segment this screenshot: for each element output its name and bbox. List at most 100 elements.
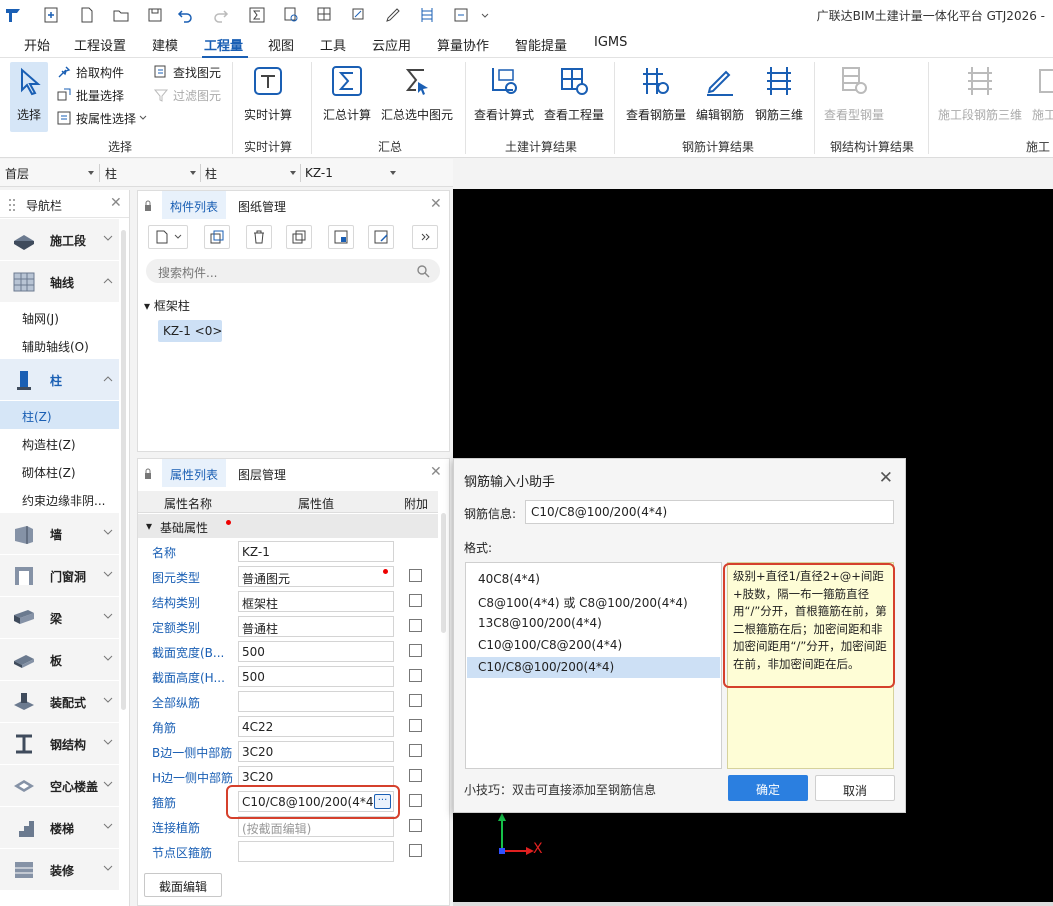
- extra-checkbox[interactable]: [409, 719, 422, 732]
- property-value-field[interactable]: 普通柱: [238, 616, 394, 637]
- nav-cat-decoration[interactable]: 装修: [0, 849, 119, 891]
- nav-item-aux-axis[interactable]: 辅助轴线(O): [0, 331, 119, 359]
- view-steel-button[interactable]: 查看型钢量: [820, 62, 888, 123]
- pick-component-button[interactable]: 拾取构件: [56, 62, 124, 82]
- menu-modeling[interactable]: 建模: [152, 35, 178, 54]
- property-value-field[interactable]: KZ-1: [238, 541, 394, 562]
- format-list-item[interactable]: C10/C8@100/200(4*4): [467, 657, 720, 678]
- nav-scrollbar[interactable]: [121, 230, 126, 710]
- view-formula-icon[interactable]: [282, 6, 300, 24]
- tab-component-list[interactable]: 构件列表: [162, 191, 226, 219]
- delete-component-button[interactable]: [246, 225, 272, 249]
- format-list[interactable]: 40C8(4*4) C8@100(4*4) 或 C8@100/200(4*4) 13…: [465, 562, 722, 769]
- property-value-field[interactable]: 500: [238, 666, 394, 687]
- format-list-item[interactable]: C10@100/C8@200(4*4): [467, 635, 720, 656]
- menu-project-settings[interactable]: 工程设置: [74, 35, 126, 54]
- view-quantity-button[interactable]: 查看工程量: [542, 62, 606, 123]
- drag-handle-icon[interactable]: [8, 198, 16, 212]
- cancel-button[interactable]: 取消: [815, 775, 895, 801]
- menu-tools[interactable]: 工具: [320, 35, 346, 54]
- property-value-field[interactable]: [238, 691, 394, 712]
- lock-icon[interactable]: [144, 467, 152, 481]
- lock-icon[interactable]: [144, 199, 152, 213]
- more-button[interactable]: [412, 225, 438, 249]
- sum-calc-button[interactable]: 汇总计算: [320, 62, 374, 123]
- menu-cloud[interactable]: 云应用: [372, 35, 411, 54]
- section-edit-button[interactable]: 截面编辑: [144, 873, 222, 897]
- tab-layer-management[interactable]: 图层管理: [238, 459, 286, 487]
- floor-select[interactable]: 首层: [0, 162, 98, 184]
- extra-checkbox[interactable]: [409, 669, 422, 682]
- save-component-button[interactable]: [328, 225, 354, 249]
- extra-checkbox[interactable]: [409, 594, 422, 607]
- section-basic-properties[interactable]: ▾ 基础属性: [138, 514, 438, 538]
- property-value-field[interactable]: 框架柱: [238, 591, 394, 612]
- section-collapse-icon[interactable]: ▾: [146, 519, 152, 533]
- open-folder-icon[interactable]: [112, 6, 130, 24]
- menu-view[interactable]: 视图: [268, 35, 294, 54]
- property-value-field[interactable]: 500: [238, 641, 394, 662]
- rebar-3d-button[interactable]: 钢筋三维: [752, 62, 806, 123]
- new-file-icon[interactable]: [42, 6, 60, 24]
- property-value-field[interactable]: 普通图元: [238, 566, 394, 587]
- edit-rebar-button[interactable]: 编辑钢筋: [692, 62, 748, 123]
- nav-cat-slab[interactable]: 板: [0, 639, 119, 681]
- view-rebar-icon[interactable]: [350, 6, 368, 24]
- nav-cat-construction-stage[interactable]: 施工段: [0, 219, 119, 261]
- extra-checkbox[interactable]: [409, 819, 422, 832]
- extra-checkbox[interactable]: [409, 794, 422, 807]
- view-rebar-button[interactable]: 查看钢筋量: [624, 62, 688, 123]
- view-formula-button[interactable]: 查看计算式: [472, 62, 536, 123]
- extra-checkbox[interactable]: [409, 644, 422, 657]
- filter-element-button[interactable]: 过滤图元: [153, 85, 221, 105]
- tab-drawing-management[interactable]: 图纸管理: [238, 191, 286, 219]
- extra-checkbox[interactable]: [409, 569, 422, 582]
- nav-item-masonry-column[interactable]: 砌体柱(Z): [0, 457, 119, 485]
- format-list-item[interactable]: 13C8@100/200(4*4): [467, 613, 720, 634]
- property-value-field[interactable]: 3C20: [238, 741, 394, 762]
- nav-cat-prefab[interactable]: 装配式: [0, 681, 119, 723]
- stage-rebar-3d-button[interactable]: 施工段钢筋三维: [936, 62, 1024, 123]
- nav-cat-beam[interactable]: 梁: [0, 597, 119, 639]
- ok-button[interactable]: 确定: [728, 775, 808, 801]
- format-list-item[interactable]: 40C8(4*4): [467, 569, 720, 590]
- type1-select[interactable]: 柱: [100, 162, 200, 184]
- nav-cat-axis[interactable]: 轴线: [0, 261, 119, 303]
- sum-icon[interactable]: [248, 6, 266, 24]
- layer-copy-button[interactable]: [286, 225, 312, 249]
- edit-rebar-icon[interactable]: [384, 6, 402, 24]
- tree-root-frame-column[interactable]: ▾ 框架柱: [144, 297, 190, 314]
- property-value-field[interactable]: 3C20: [238, 766, 394, 787]
- select-by-attribute-button[interactable]: 按属性选择: [56, 108, 147, 128]
- extra-checkbox[interactable]: [409, 619, 422, 632]
- nav-item-structural-column[interactable]: 构造柱(Z): [0, 429, 119, 457]
- nav-cat-stair[interactable]: 楼梯: [0, 807, 119, 849]
- sum-selected-button[interactable]: 汇总选中图元: [380, 62, 454, 123]
- batch-select-button[interactable]: 批量选择: [56, 85, 124, 105]
- rebar-info-input[interactable]: C10/C8@100/200(4*4): [525, 500, 894, 524]
- nav-item-axis-net[interactable]: 轴网(J): [0, 303, 119, 331]
- extra-checkbox[interactable]: [409, 769, 422, 782]
- cut-button[interactable]: 施工: [1028, 62, 1053, 123]
- tree-node-kz1[interactable]: KZ-1 <0>: [158, 320, 222, 342]
- new-component-button[interactable]: [148, 225, 188, 249]
- menu-igms[interactable]: IGMS: [594, 35, 627, 50]
- search-input[interactable]: 搜索构件...: [146, 259, 440, 283]
- nav-item-column[interactable]: 柱(Z): [0, 401, 119, 429]
- type2-select[interactable]: 柱: [200, 162, 300, 184]
- close-icon[interactable]: ✕: [879, 468, 893, 488]
- select-button[interactable]: 选择: [10, 62, 48, 132]
- menu-smart-extract[interactable]: 智能提量: [515, 35, 567, 54]
- menu-start[interactable]: 开始: [24, 35, 50, 54]
- find-element-button[interactable]: 查找图元: [153, 62, 221, 82]
- rebar-3d-icon[interactable]: [418, 6, 436, 24]
- nav-cat-wall[interactable]: 墙: [0, 513, 119, 555]
- extra-checkbox[interactable]: [409, 744, 422, 757]
- nav-item-boundary-column[interactable]: 约束边缘非阴...: [0, 485, 119, 513]
- view-quantity-icon[interactable]: [316, 6, 334, 24]
- tree-collapse-icon[interactable]: ▾: [144, 299, 150, 313]
- save-icon[interactable]: [146, 6, 164, 24]
- sync-icon[interactable]: [452, 6, 470, 24]
- nav-cat-column[interactable]: 柱: [0, 359, 119, 401]
- copy-component-button[interactable]: [204, 225, 230, 249]
